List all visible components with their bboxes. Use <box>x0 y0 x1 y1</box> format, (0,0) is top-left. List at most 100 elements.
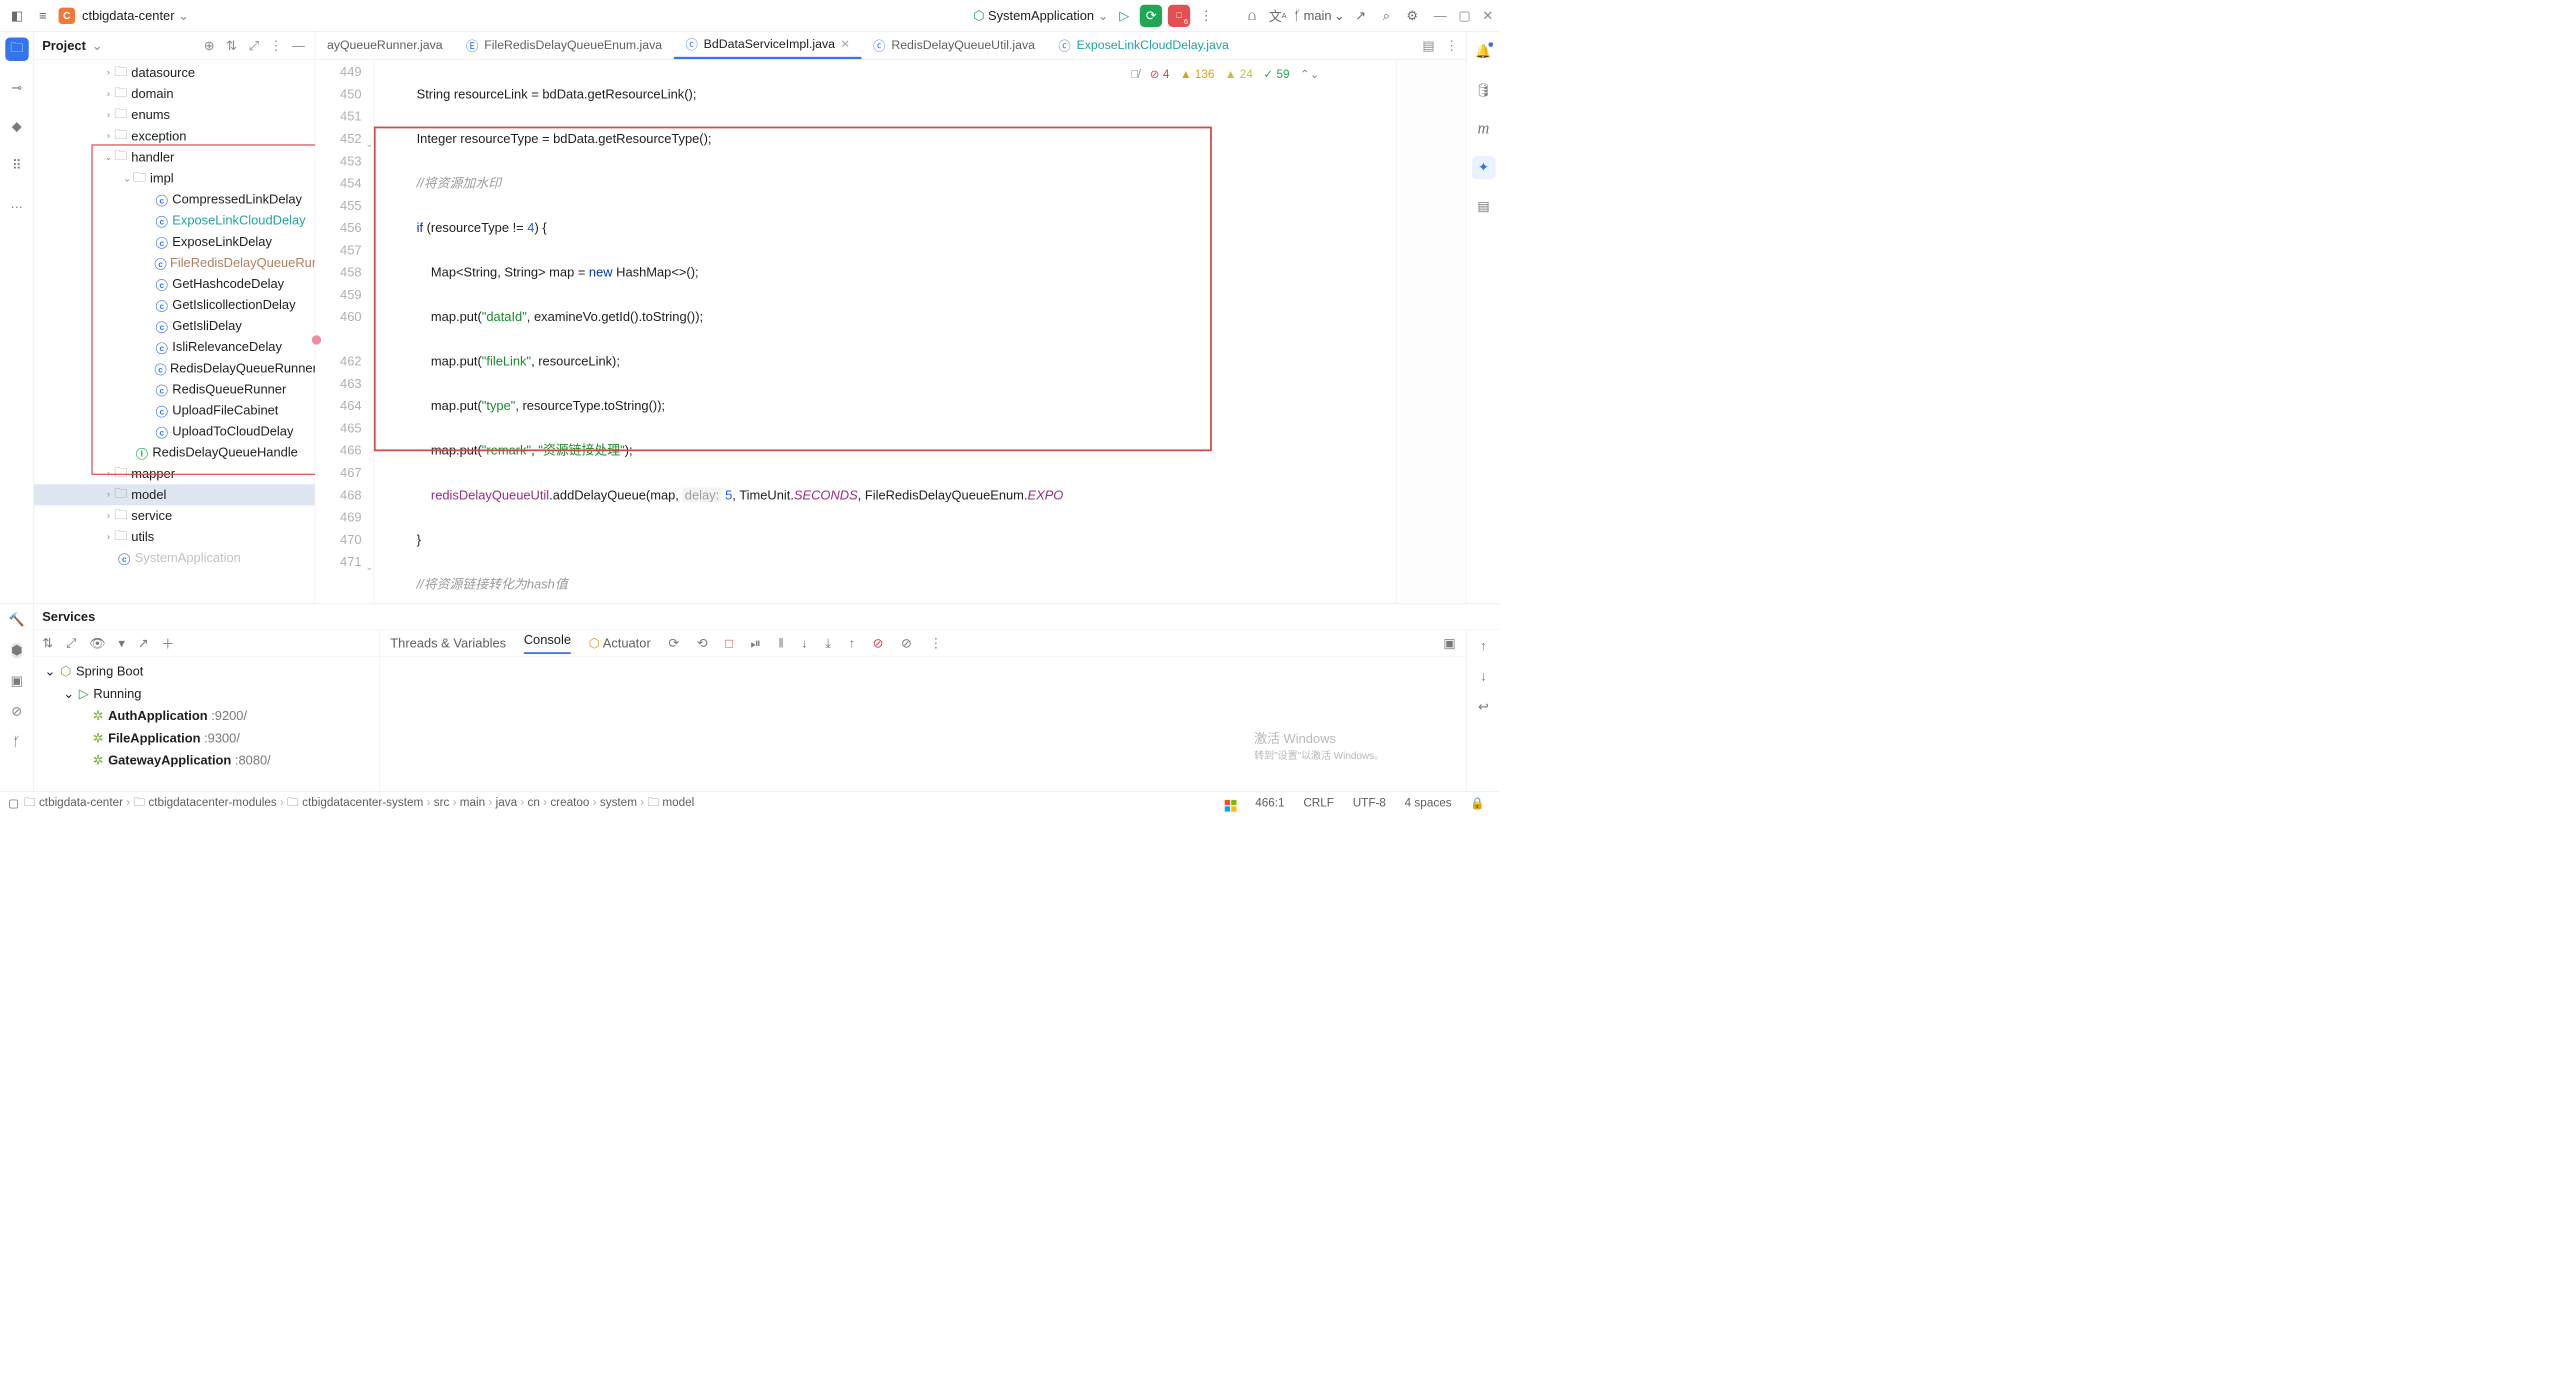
svc-stop-icon[interactable]: □ <box>725 636 733 651</box>
tree-folder[interactable]: handler <box>131 149 174 164</box>
svc-more-icon[interactable]: ⋮ <box>929 636 942 651</box>
ide-logo-icon[interactable]: ◧ <box>7 6 27 26</box>
stop-button[interactable]: □6 <box>1168 4 1190 26</box>
database-icon[interactable]: 🛢 <box>1472 79 1495 102</box>
search-icon[interactable]: ⌕ <box>1376 6 1396 26</box>
project-name[interactable]: ctbigdata-center ⌄ <box>82 8 189 23</box>
tree-class[interactable]: RedisQueueRunner <box>172 381 286 396</box>
svc-app[interactable]: AuthApplication :9200/ <box>108 708 247 723</box>
breakpoint-icon[interactable] <box>312 335 321 344</box>
tab-fileredis[interactable]: ⒺFileRedisDelayQueueEnum.java <box>454 32 673 60</box>
svc-rerun-icon[interactable]: ⟳ <box>668 636 679 651</box>
svc-export-icon[interactable]: ↗ <box>138 636 149 651</box>
sb-project-icon[interactable]: ▢ <box>8 796 19 811</box>
file-encoding[interactable]: UTF-8 <box>1346 796 1393 809</box>
ai-assistant-icon[interactable]: ✦ <box>1472 156 1495 179</box>
svc-stepover-icon[interactable]: ⏯ <box>750 636 760 651</box>
tree-folder[interactable]: domain <box>131 86 173 101</box>
close-icon[interactable]: ✕ <box>841 38 850 50</box>
maven-icon[interactable]: m <box>1472 117 1495 140</box>
collapse-icon[interactable]: ⤢ <box>246 38 262 53</box>
tab-console[interactable]: Console <box>524 632 571 654</box>
svc-eye-icon[interactable]: 👁 <box>89 636 105 651</box>
tree-class[interactable]: GetIslicollectionDelay <box>172 297 295 312</box>
panel-more-icon[interactable]: ⋮ <box>268 38 284 53</box>
tree-class[interactable]: GetIsliDelay <box>172 318 241 333</box>
code-editor[interactable]: String resourceLink = bdData.getResource… <box>374 60 1396 604</box>
nav-dash-icon[interactable]: ⊸ <box>5 76 28 99</box>
tree-class[interactable]: GetHashcodeDelay <box>172 276 284 291</box>
tree-class[interactable]: RedisDelayQueueRunner <box>170 360 315 375</box>
inspection-stats[interactable]: 👁̸ ⊘ 4 ▲ 136 ▲ 24 ✓ 59 ⌃⌄ <box>1130 63 1319 85</box>
tree-folder[interactable]: enums <box>131 107 170 122</box>
svc-nosym-icon[interactable]: ⊘ <box>873 636 884 651</box>
vcs-tool-icon[interactable]: ᚶ <box>13 734 21 749</box>
gutter[interactable]: 449450451 452⌄453454 455456457458 459460… <box>315 60 374 604</box>
more-tools-icon[interactable]: … <box>5 192 28 215</box>
window-maximize[interactable]: ▢ <box>1458 8 1470 23</box>
tree-interface[interactable]: RedisDelayQueueHandle <box>152 445 297 460</box>
tree-class[interactable]: SystemApplication <box>135 550 241 565</box>
tree-folder[interactable]: datasource <box>131 65 195 80</box>
tree-folder[interactable]: mapper <box>131 466 175 481</box>
vcs-push-icon[interactable]: ↗ <box>1351 6 1371 26</box>
bookmarks-icon[interactable]: ▤ <box>1472 195 1495 218</box>
run-config-selector[interactable]: ⬡ SystemApplication ⌄ <box>973 8 1108 23</box>
project-tree[interactable]: ›🗀datasource ›🗀domain ›🗀enums ›🗀exceptio… <box>34 60 315 604</box>
svc-reload-icon[interactable]: ⟲ <box>697 636 708 651</box>
svc-pause-icon[interactable]: ‖ <box>778 636 783 651</box>
services-tool-icon[interactable]: ⬢ <box>11 643 22 658</box>
project-tool-icon[interactable]: 🗀 <box>5 38 28 61</box>
svc-app[interactable]: GatewayApplication :8080/ <box>108 753 271 768</box>
tree-class[interactable]: FileRedisDelayQueueRunne <box>170 255 315 270</box>
tree-folder[interactable]: impl <box>150 171 174 186</box>
expand-icon[interactable]: ⇅ <box>223 38 239 53</box>
tree-folder[interactable]: exception <box>131 128 186 143</box>
tree-class[interactable]: ExposeLinkDelay <box>172 234 272 249</box>
tree-class[interactable]: UploadToCloudDelay <box>172 424 293 439</box>
tree-folder[interactable]: service <box>131 508 172 523</box>
breadcrumb[interactable]: 🗀 ctbigdata-center › 🗀 ctbigdatacenter-m… <box>24 793 694 813</box>
run-button[interactable]: ▷ <box>1114 6 1134 26</box>
svc-layout-icon[interactable]: ▣ <box>1443 636 1455 651</box>
tab-list-icon[interactable]: ▤ <box>1422 38 1434 53</box>
svc-filter-icon[interactable]: ▾ <box>118 636 124 651</box>
translate-icon[interactable]: 文A <box>1268 6 1288 26</box>
build-tool-icon[interactable]: 🔨 <box>9 612 25 627</box>
svc-add-icon[interactable]: ＋ <box>161 634 174 653</box>
svc-dl-icon[interactable]: ⤓ <box>825 636 831 651</box>
tab-threads[interactable]: Threads & Variables <box>390 636 506 651</box>
gitlab-icon[interactable]: ◆ <box>5 115 28 138</box>
main-menu-icon[interactable]: ≡ <box>33 6 53 26</box>
tree-class[interactable]: IsliRelevanceDelay <box>172 339 282 354</box>
svc-app[interactable]: FileApplication :9300/ <box>108 731 240 746</box>
problems-icon[interactable]: ⊘ <box>11 704 22 719</box>
window-minimize[interactable]: ― <box>1434 8 1447 23</box>
vcs-branch[interactable]: ᚶ main ⌄ <box>1294 8 1345 23</box>
locate-icon[interactable]: ⊕ <box>201 38 217 53</box>
tab-bddata[interactable]: ⓒBdDataServiceImpl.java✕ <box>674 32 862 60</box>
more-run-icon[interactable]: ⋮ <box>1196 6 1216 26</box>
terminal-icon[interactable]: ▣ <box>11 673 23 688</box>
svc-down-icon[interactable]: ↓ <box>801 636 807 651</box>
svc-expand-icon[interactable]: ⤢ <box>66 636 76 651</box>
structure-icon[interactable]: ⠿ <box>5 154 28 177</box>
tree-class[interactable]: ExposeLinkCloudDelay <box>172 213 305 228</box>
project-badge[interactable]: C <box>59 7 75 23</box>
services-tree[interactable]: ⌄⬡Spring Boot ⌄▷Running ✲AuthApplication… <box>34 657 379 791</box>
readonly-icon[interactable]: 🔒 <box>1463 796 1492 811</box>
code-with-me-icon[interactable]: ⩍ <box>1242 6 1262 26</box>
minimap[interactable] <box>1396 60 1466 604</box>
svc-up-icon[interactable]: ↑ <box>849 636 855 651</box>
window-close[interactable]: ✕ <box>1482 8 1493 23</box>
svc-collapse-icon[interactable]: ⇅ <box>42 636 53 651</box>
rerun-button[interactable]: ⟳ <box>1140 4 1162 26</box>
panel-hide-icon[interactable]: ― <box>290 38 306 53</box>
tab-more-icon[interactable]: ⋮ <box>1445 38 1458 53</box>
tree-folder[interactable]: utils <box>131 529 154 544</box>
line-separator[interactable]: CRLF <box>1296 796 1341 809</box>
notifications-icon[interactable]: 🔔 <box>1472 40 1495 63</box>
tab-exposelink[interactable]: ⓒExposeLinkCloudDelay.java <box>1047 32 1241 60</box>
settings-icon[interactable]: ⚙ <box>1402 6 1422 26</box>
svc-bottom-icon[interactable]: ↓ <box>1480 669 1486 684</box>
